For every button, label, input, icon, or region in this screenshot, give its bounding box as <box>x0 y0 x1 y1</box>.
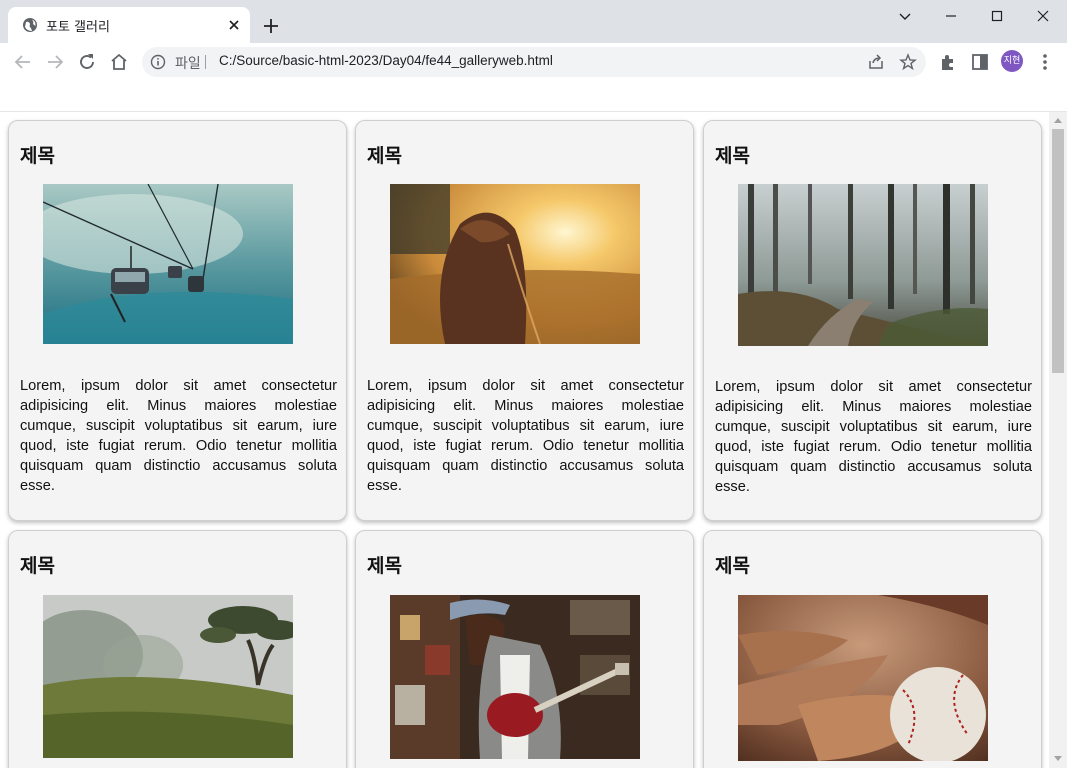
scrollbar-thumb[interactable] <box>1052 129 1064 373</box>
browser-tab[interactable]: 포토 갤러리 <box>8 7 250 43</box>
forward-icon[interactable] <box>43 50 67 74</box>
side-panel-icon[interactable] <box>968 50 992 74</box>
info-icon[interactable] <box>150 54 166 70</box>
new-tab-icon[interactable] <box>260 15 282 37</box>
card-description: Lorem, ipsum dolor sit amet consectetur … <box>367 378 684 494</box>
menu-dots-icon[interactable] <box>1033 50 1057 74</box>
ski-lift-photo <box>43 184 293 344</box>
scroll-down-arrow-icon[interactable] <box>1054 756 1062 761</box>
foggy-hill-photo <box>43 595 293 758</box>
omnibox-divider <box>205 55 206 69</box>
minimize-icon[interactable] <box>939 4 963 28</box>
card-title: 제목 <box>20 145 55 167</box>
browser-titlebar: 포토 갤러리 <box>0 0 1067 43</box>
baseball-glove-photo <box>738 595 988 761</box>
share-icon[interactable] <box>867 53 885 71</box>
gallery-card: 제목 <box>8 530 347 768</box>
card-title: 제목 <box>715 555 750 577</box>
guitar-player-photo <box>390 595 640 759</box>
page-header-area <box>0 80 1067 112</box>
card-title: 제목 <box>715 145 750 167</box>
back-icon[interactable] <box>11 50 35 74</box>
tab-title: 포토 갤러리 <box>46 20 110 35</box>
scroll-up-arrow-icon[interactable] <box>1054 118 1062 123</box>
extensions-puzzle-icon[interactable] <box>936 50 960 74</box>
card-title: 제목 <box>367 555 402 577</box>
card-description: Lorem, ipsum dolor sit amet consectetur … <box>20 378 337 494</box>
bookmark-star-icon[interactable] <box>899 53 917 71</box>
file-scheme-label: 파일 <box>175 56 201 72</box>
globe-icon <box>23 18 37 32</box>
card-title: 제목 <box>20 555 55 577</box>
sunset-girl-photo <box>390 184 640 344</box>
gallery-card: 제목 <box>703 530 1042 768</box>
gallery-page: 제목 Lorem, ipsum dolor sit amet consectet… <box>0 112 1049 768</box>
card-title: 제목 <box>367 145 402 167</box>
reload-icon[interactable] <box>75 50 99 74</box>
maximize-icon[interactable] <box>985 4 1009 28</box>
url-text[interactable]: C:/Source/basic-html-2023/Day04/fe44_gal… <box>219 53 553 68</box>
profile-avatar[interactable]: 지현 <box>1001 50 1023 72</box>
gallery-card: 제목 Lorem, ipsum dolor sit amet consectet… <box>703 120 1042 521</box>
forest-path-photo <box>738 184 988 346</box>
gallery-card: 제목 <box>355 530 694 768</box>
vertical-scrollbar[interactable] <box>1049 112 1067 768</box>
close-window-icon[interactable] <box>1031 4 1055 28</box>
gallery-card: 제목 Lorem, ipsum dolor sit amet consectet… <box>8 120 347 521</box>
card-description: Lorem, ipsum dolor sit amet consectetur … <box>715 379 1032 495</box>
close-tab-icon[interactable] <box>224 15 244 35</box>
gallery-card: 제목 Lorem, ipsum dolor sit amet consectet… <box>355 120 694 521</box>
address-bar[interactable]: 파일 C:/Source/basic-html-2023/Day04/fe44_… <box>142 47 926 77</box>
tab-search-chevron-icon[interactable] <box>893 4 917 28</box>
browser-toolbar: 파일 C:/Source/basic-html-2023/Day04/fe44_… <box>0 43 1067 80</box>
home-icon[interactable] <box>107 50 131 74</box>
